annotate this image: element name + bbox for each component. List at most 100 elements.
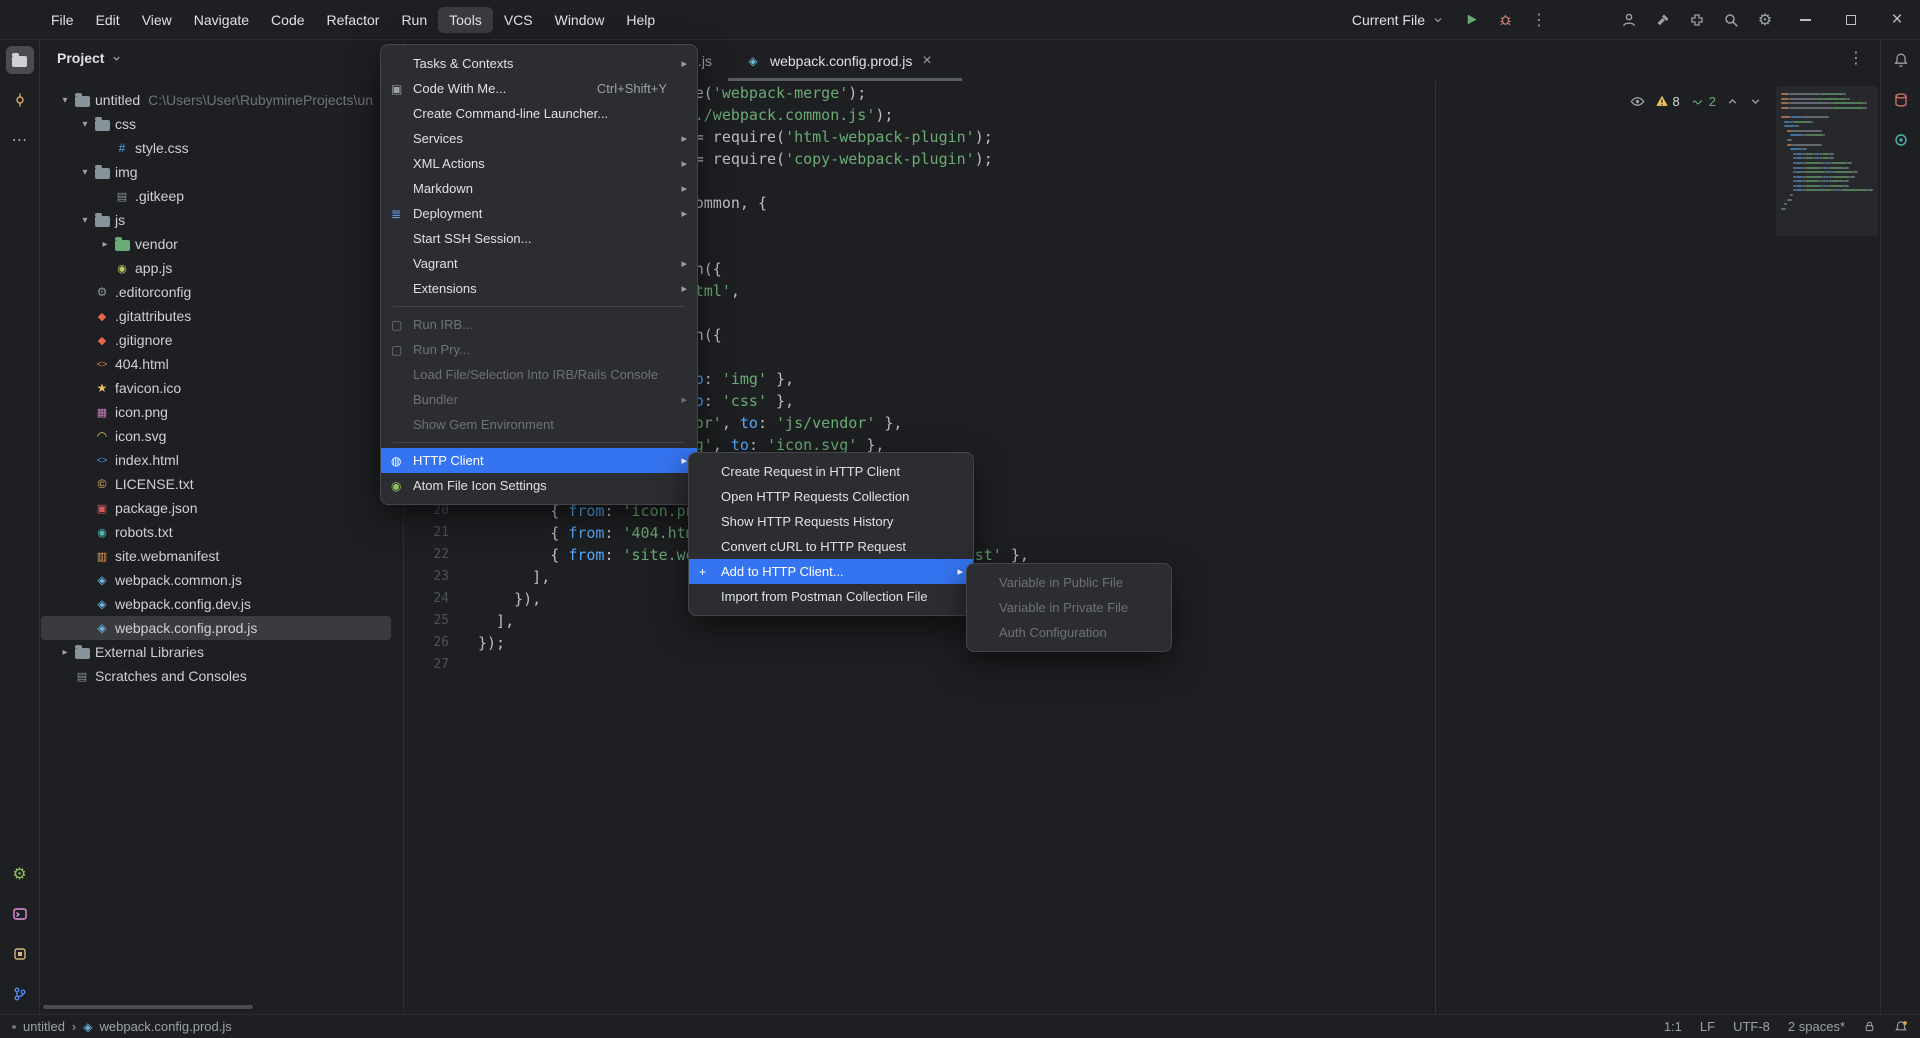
menu-edit[interactable]: Edit (85, 7, 131, 33)
menu-item-services[interactable]: Services▸ (381, 126, 697, 151)
line-number[interactable]: 22 (405, 544, 449, 566)
menu-item-markdown[interactable]: Markdown▸ (381, 176, 697, 201)
menu-help[interactable]: Help (615, 7, 666, 33)
menu-refactor[interactable]: Refactor (316, 7, 391, 33)
tree-item-webpack-config-prod-js[interactable]: ◈webpack.config.prod.js (41, 616, 391, 640)
menu-run[interactable]: Run (390, 7, 438, 33)
menu-vcs[interactable]: VCS (493, 7, 544, 33)
tree-item-webpack-config-dev-js[interactable]: ◈webpack.config.dev.js (41, 592, 391, 616)
build-hammer-icon[interactable] (1646, 0, 1680, 40)
menu-item-vagrant[interactable]: Vagrant▸ (381, 251, 697, 276)
menu-item-atom-file-icon-settings[interactable]: ◉Atom File Icon Settings (381, 473, 697, 498)
tree-item-untitled[interactable]: ▾untitledC:\Users\User\RubymineProjects\… (41, 88, 391, 112)
tree-item-gitignore[interactable]: ◆.gitignore (41, 328, 391, 352)
line-number[interactable]: 25 (405, 610, 449, 632)
lock-icon[interactable] (1863, 1020, 1876, 1033)
menu-item-add-to-http-client[interactable]: +Add to HTTP Client...▸ (689, 559, 973, 584)
highlight-eye-icon[interactable] (1630, 94, 1645, 109)
menu-code[interactable]: Code (260, 7, 315, 33)
menu-item-http-client[interactable]: ◍HTTP Client▸ (381, 448, 697, 473)
menu-item-convert-curl-to-http-request[interactable]: Convert cURL to HTTP Request (689, 534, 973, 559)
menu-item-xml-actions[interactable]: XML Actions▸ (381, 151, 697, 176)
debug-button[interactable] (1488, 0, 1522, 40)
status-notifications-icon[interactable] (1894, 1020, 1908, 1034)
tree-item-favicon-ico[interactable]: ★favicon.ico (41, 376, 391, 400)
inspections-widget[interactable]: 8 2 (1622, 88, 1770, 114)
menu-window[interactable]: Window (544, 7, 616, 33)
close-button[interactable]: × (1874, 0, 1920, 40)
menu-file[interactable]: File (40, 7, 85, 33)
status-widget-2-spaces[interactable]: 2 spaces* (1788, 1019, 1845, 1034)
tree-item-editorconfig[interactable]: ⚙.editorconfig (41, 280, 391, 304)
ai-assistant-icon[interactable] (1887, 126, 1915, 154)
menu-tools[interactable]: Tools (438, 7, 493, 33)
menu-item-deployment[interactable]: ≣Deployment▸ (381, 201, 697, 226)
tree-item-404-html[interactable]: <>404.html (41, 352, 391, 376)
tree-item-style-css[interactable]: #style.css (41, 136, 391, 160)
tree-item-webpack-common-js[interactable]: ◈webpack.common.js (41, 568, 391, 592)
tree-item-icon-svg[interactable]: ◠icon.svg (41, 424, 391, 448)
menu-item-create-request-in-http-client[interactable]: Create Request in HTTP Client (689, 459, 973, 484)
line-number[interactable]: 26 (405, 632, 449, 654)
editor-tab-webpack-config-prod-js[interactable]: ◈webpack.config.prod.js× (728, 40, 962, 81)
plugins-icon[interactable] (1680, 0, 1714, 40)
more-run-options-icon[interactable]: ⋮ (1522, 0, 1556, 40)
status-widget-utf-8[interactable]: UTF-8 (1733, 1019, 1770, 1034)
editor-more-icon[interactable]: ⋮ (1848, 48, 1864, 68)
horizontal-scrollbar[interactable] (43, 1005, 253, 1009)
settings-tool-icon[interactable]: ⚙ (6, 860, 34, 888)
close-tab-icon[interactable]: × (922, 52, 931, 70)
chevron-right-icon[interactable]: ▸ (57, 647, 73, 658)
breadcrumb-file[interactable]: webpack.config.prod.js (100, 1019, 232, 1034)
tree-item-gitkeep[interactable]: ▤.gitkeep (41, 184, 391, 208)
tree-item-external-libraries[interactable]: ▸External Libraries (41, 640, 391, 664)
menu-view[interactable]: View (131, 7, 183, 33)
search-everywhere-icon[interactable] (1714, 0, 1748, 40)
commit-tool-window-icon[interactable] (6, 86, 34, 114)
tree-item-license-txt[interactable]: ©LICENSE.txt (41, 472, 391, 496)
tree-item-app-js[interactable]: ◉app.js (41, 256, 391, 280)
tree-item-gitattributes[interactable]: ◆.gitattributes (41, 304, 391, 328)
line-number[interactable]: 23 (405, 566, 449, 588)
menu-item-import-from-postman-collection-file[interactable]: Import from Postman Collection File (689, 584, 973, 609)
code-minimap[interactable] (1776, 86, 1878, 236)
chevron-down-icon[interactable]: ▾ (57, 95, 73, 106)
terminal-tool-window-icon[interactable] (6, 900, 34, 928)
tree-item-js[interactable]: ▾js (41, 208, 391, 232)
git-branch-icon[interactable] (6, 980, 34, 1008)
more-tool-windows-icon[interactable]: ⋯ (6, 126, 34, 154)
tree-item-site-webmanifest[interactable]: ▥site.webmanifest (41, 544, 391, 568)
code-line[interactable] (478, 654, 1029, 676)
warnings-indicator[interactable]: 8 (1655, 94, 1680, 109)
code-with-me-users-icon[interactable] (1612, 0, 1646, 40)
tree-item-index-html[interactable]: <>index.html (41, 448, 391, 472)
code-line[interactable]: }); (478, 632, 1029, 654)
project-panel-header[interactable]: Project (41, 40, 403, 76)
menu-item-show-http-requests-history[interactable]: Show HTTP Requests History (689, 509, 973, 534)
menu-item-extensions[interactable]: Extensions▸ (381, 276, 697, 301)
run-button[interactable] (1454, 0, 1488, 40)
minimize-button[interactable] (1782, 0, 1828, 40)
chevron-down-icon[interactable]: ▾ (77, 167, 93, 178)
run-configuration-selector[interactable]: Current File (1342, 12, 1454, 28)
chevron-down-icon[interactable]: ▾ (77, 215, 93, 226)
breadcrumb-project[interactable]: untitled (23, 1019, 65, 1034)
line-number[interactable]: 27 (405, 654, 449, 676)
previous-problem-icon[interactable] (1726, 95, 1739, 108)
tree-item-css[interactable]: ▾css (41, 112, 391, 136)
chevron-right-icon[interactable]: ▸ (97, 239, 113, 250)
line-number[interactable]: 21 (405, 522, 449, 544)
menu-item-open-http-requests-collection[interactable]: Open HTTP Requests Collection (689, 484, 973, 509)
tree-item-vendor[interactable]: ▸vendor (41, 232, 391, 256)
settings-gear-icon[interactable]: ⚙ (1748, 0, 1782, 40)
menu-item-start-ssh-session[interactable]: Start SSH Session... (381, 226, 697, 251)
line-number[interactable]: 24 (405, 588, 449, 610)
menu-item-create-command-line-launcher[interactable]: Create Command-line Launcher... (381, 101, 697, 126)
database-icon[interactable] (1887, 86, 1915, 114)
typos-indicator[interactable]: 2 (1690, 94, 1716, 109)
menu-item-code-with-me[interactable]: ▣Code With Me...Ctrl+Shift+Y (381, 76, 697, 101)
status-widget-lf[interactable]: LF (1700, 1019, 1715, 1034)
tree-item-img[interactable]: ▾img (41, 160, 391, 184)
tree-item-package-json[interactable]: ▣package.json (41, 496, 391, 520)
tree-item-robots-txt[interactable]: ◉robots.txt (41, 520, 391, 544)
